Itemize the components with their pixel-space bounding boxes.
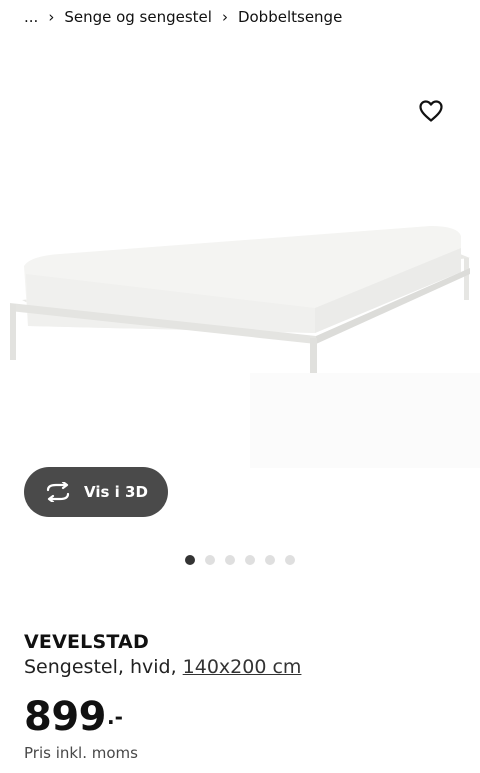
view-3d-label: Vis i 3D [84, 483, 148, 501]
chevron-right-icon: › [221, 7, 228, 26]
chevron-right-icon: › [48, 7, 55, 26]
favorite-button[interactable] [416, 96, 446, 126]
product-info: VEVELSTAD Sengestel, hvid, 140x200 cm 89… [24, 630, 464, 762]
pagination-dot[interactable] [285, 555, 295, 565]
price-integer: 899 [24, 694, 107, 740]
pagination-dot[interactable] [225, 555, 235, 565]
pagination-dot[interactable] [185, 555, 195, 565]
product-name: VEVELSTAD [24, 631, 149, 653]
product-price: 899 .- [24, 694, 464, 740]
breadcrumb: ... › Senge og sengestel › Dobbeltsenge [24, 8, 342, 26]
breadcrumb-item-dobbeltsenge[interactable]: Dobbeltsenge [238, 8, 342, 26]
heart-outline-icon [419, 100, 443, 122]
pagination-dot[interactable] [245, 555, 255, 565]
price-note: Pris inkl. moms [24, 744, 138, 762]
view-3d-button[interactable]: Vis i 3D [24, 467, 168, 517]
product-description-line: Sengestel, hvid, 140x200 cm [24, 654, 464, 680]
rotate-3d-icon [44, 481, 74, 503]
pagination-dot[interactable] [265, 555, 275, 565]
product-gallery[interactable]: Vis i 3D [0, 38, 480, 583]
bed-product-image [10, 226, 480, 468]
breadcrumb-ellipsis[interactable]: ... [24, 8, 38, 26]
pagination-dot[interactable] [205, 555, 215, 565]
product-size-link[interactable]: 140x200 cm [183, 656, 302, 678]
product-description: Sengestel, hvid, [24, 656, 177, 678]
breadcrumb-item-senge[interactable]: Senge og sengestel [64, 8, 212, 26]
price-suffix: .- [107, 705, 123, 729]
gallery-pagination [185, 555, 295, 565]
